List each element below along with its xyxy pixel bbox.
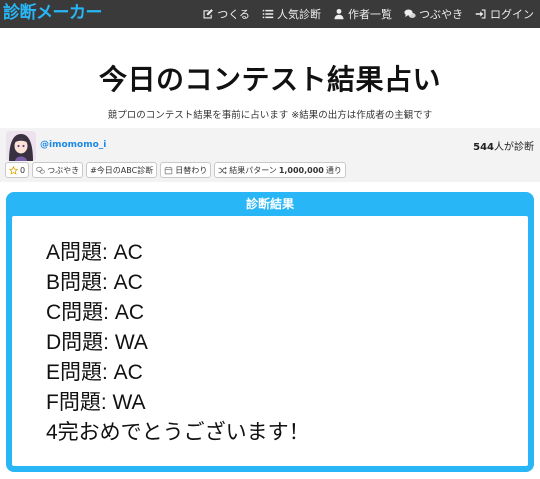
author-avatar[interactable] — [6, 131, 36, 161]
shuffle-icon — [218, 166, 227, 175]
comments-icon — [404, 8, 416, 20]
diagnosis-count-number: 544 — [473, 142, 494, 153]
pattern-tag-count: 1,000,000 — [278, 165, 324, 175]
nav-authors[interactable]: 作者一覧 — [333, 6, 392, 22]
result-line: 4完おめでとうございます！ — [46, 421, 310, 444]
calendar-icon — [164, 166, 173, 175]
result-line: D問題: WA — [46, 331, 148, 354]
author-name-link[interactable]: @imomomo_i — [40, 140, 106, 150]
list-icon — [262, 8, 274, 20]
tag-row: 0 つぶやき #今日のABC診断 日替わり 結果パターン 1,000,000 通… — [5, 162, 346, 178]
page-description: 競プロのコンテスト結果を事前に占います ※結果の出方は作成者の主観です — [107, 110, 433, 121]
tweets-tag[interactable]: つぶやき — [32, 162, 84, 178]
page-title: 今日のコンテスト結果占い — [98, 63, 441, 96]
result-line: F問題: WA — [46, 391, 146, 414]
user-icon — [333, 8, 345, 20]
nav-menu: つくる 人気診断 作者一覧 つぶやき ログイン — [202, 0, 534, 28]
pencil-square-icon — [202, 8, 214, 20]
result-line: B問題: AC — [46, 271, 143, 294]
daily-tag[interactable]: 日替わり — [160, 162, 212, 178]
result-line: A問題: AC — [46, 241, 143, 264]
nav-create-label: つくる — [217, 8, 250, 21]
nav-authors-label: 作者一覧 — [348, 8, 392, 21]
result-line: C問題: AC — [46, 301, 145, 324]
result-header: 診断結果 — [245, 197, 294, 211]
comments-icon — [36, 166, 45, 175]
sign-in-icon — [475, 8, 487, 20]
result-text: A問題: AC B問題: AC C問題: AC D問題: WA E問題: AC … — [46, 238, 310, 448]
diagnosis-count-suffix: 人が診断 — [494, 142, 534, 153]
site-logo[interactable]: 診断メーカー — [3, 1, 103, 25]
hashtag-tag[interactable]: #今日のABC診断 — [86, 162, 158, 178]
pattern-tag-prefix: 結果パターン — [229, 165, 277, 175]
daily-tag-label: 日替わり — [175, 165, 208, 175]
author-bar: @imomomo_i 544人が診断 0 つぶやき #今日のABC診断 日替わり — [0, 128, 540, 182]
favorite-button[interactable]: 0 — [5, 162, 30, 178]
nav-login-label: ログイン — [490, 8, 534, 21]
nav-create[interactable]: つくる — [202, 6, 250, 22]
result-body: A問題: AC B問題: AC C問題: AC D問題: WA E問題: AC … — [12, 216, 528, 466]
favorite-count: 0 — [20, 165, 26, 175]
result-line: E問題: AC — [46, 361, 143, 384]
nav-popular[interactable]: 人気診断 — [262, 6, 321, 22]
result-panel: 診断結果 A問題: AC B問題: AC C問題: AC D問題: WA E問題… — [6, 192, 534, 472]
pattern-tag[interactable]: 結果パターン 1,000,000 通り — [214, 162, 346, 178]
hashtag-tag-label: #今日のABC診断 — [90, 165, 154, 175]
diagnosis-count: 544人が診断 — [473, 138, 534, 153]
pattern-tag-suffix: 通り — [325, 165, 342, 175]
tweets-tag-label: つぶやき — [47, 165, 80, 175]
nav-tweets-label: つぶやき — [419, 8, 463, 21]
nav-login[interactable]: ログイン — [475, 6, 534, 22]
top-navbar: 診断メーカー つくる 人気診断 作者一覧 つぶやき ログイン — [0, 0, 540, 28]
nav-tweets[interactable]: つぶやき — [404, 6, 463, 22]
nav-popular-label: 人気診断 — [277, 8, 321, 21]
star-icon — [9, 165, 18, 175]
